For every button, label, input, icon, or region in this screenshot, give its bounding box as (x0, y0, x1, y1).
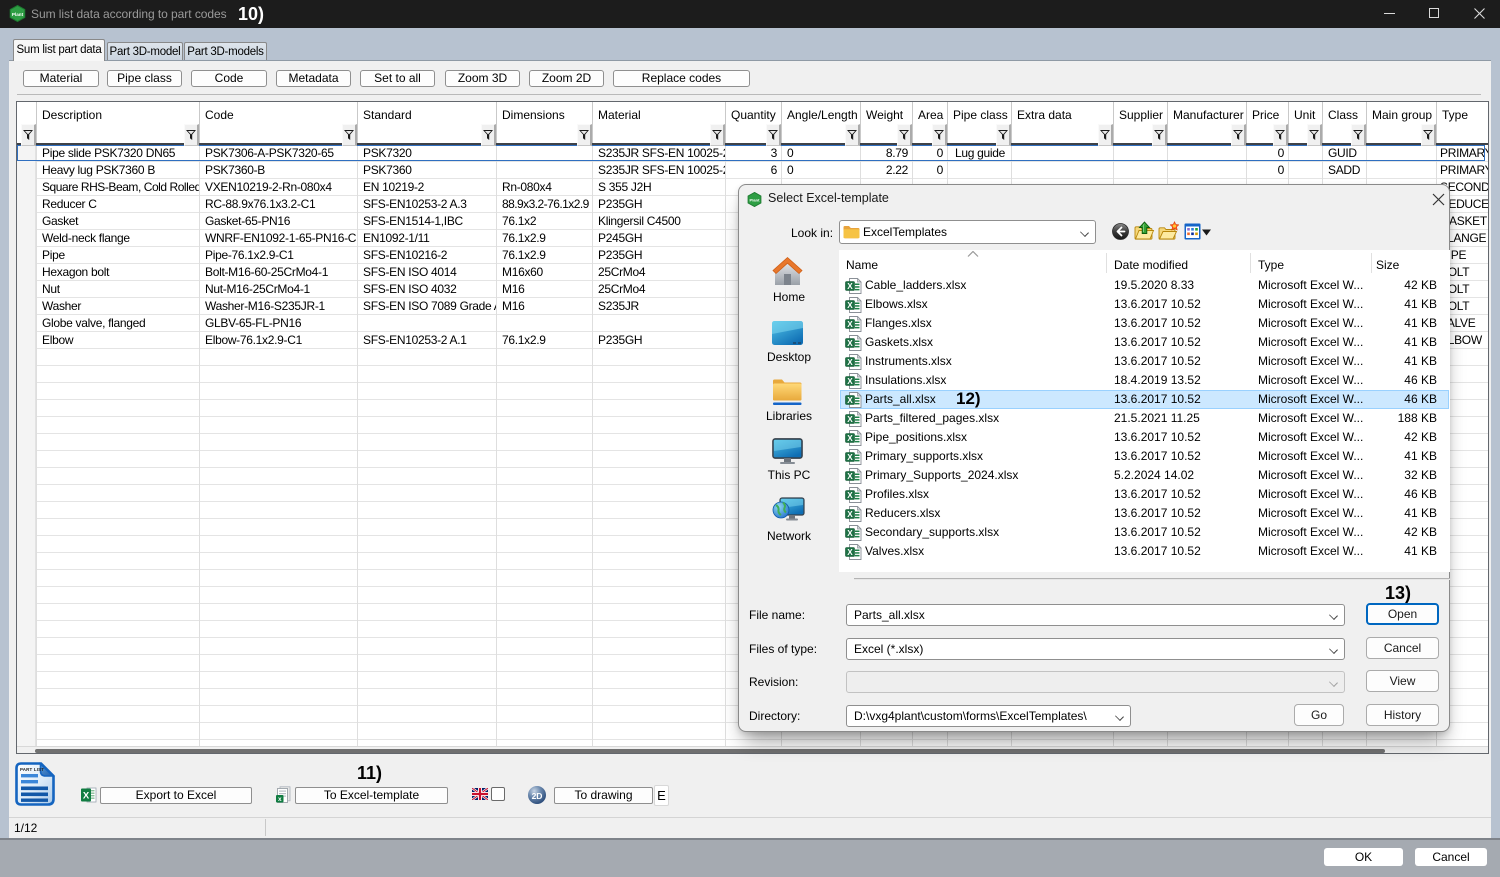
svg-text:x: x (278, 796, 282, 803)
svg-text:X: X (847, 339, 853, 348)
svg-text:X: X (847, 396, 853, 405)
svg-text:X: X (847, 529, 853, 538)
svg-text:Plant: Plant (750, 198, 761, 203)
svg-text:X: X (847, 510, 853, 519)
svg-text:X: X (847, 548, 853, 557)
svg-text:X: X (847, 453, 853, 462)
svg-text:X: X (847, 491, 853, 500)
svg-text:X: X (847, 415, 853, 424)
svg-text:Plant: Plant (12, 12, 24, 17)
svg-text:X: X (847, 377, 853, 386)
svg-text:X: X (847, 320, 853, 329)
svg-text:X: X (847, 358, 853, 367)
svg-text:PART LIST: PART LIST (20, 767, 44, 772)
svg-text:X: X (847, 472, 853, 481)
svg-text:X: X (847, 282, 853, 291)
svg-text:X: X (847, 434, 853, 443)
svg-text:X: X (847, 301, 853, 310)
svg-text:X: X (83, 791, 90, 802)
